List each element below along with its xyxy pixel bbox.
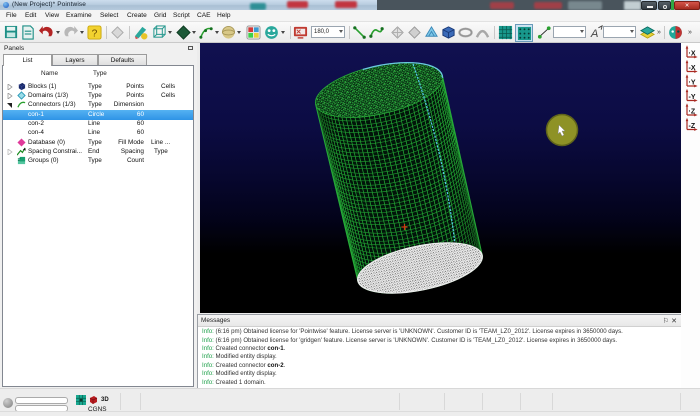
svg-text:A: A xyxy=(590,28,599,40)
svg-text:-Z: -Z xyxy=(689,123,696,130)
svg-text:·X: ·X xyxy=(689,51,696,58)
svg-text:·Z: ·Z xyxy=(689,109,696,116)
svg-text:?: ? xyxy=(92,28,98,39)
svg-text:·Y: ·Y xyxy=(689,80,696,87)
svg-text:-Y: -Y xyxy=(689,94,696,101)
svg-text:-X: -X xyxy=(689,65,696,72)
